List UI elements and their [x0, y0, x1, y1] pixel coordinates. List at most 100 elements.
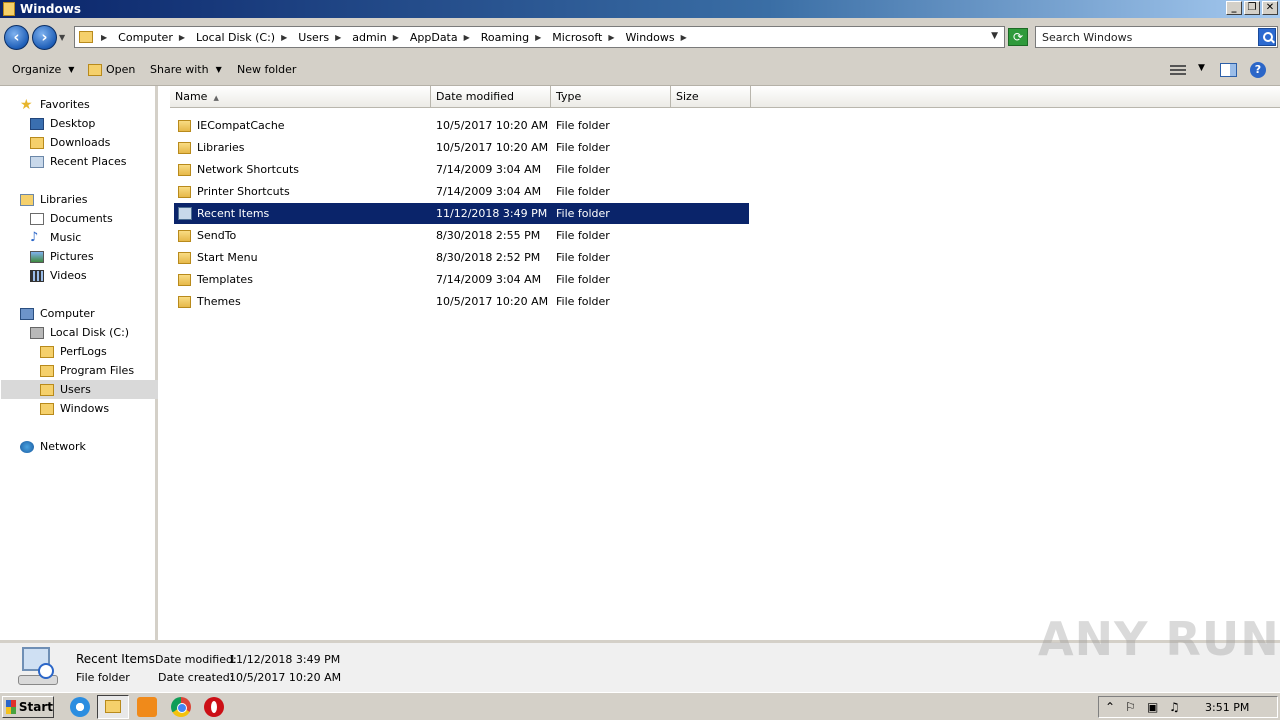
folder-icon: [3, 2, 15, 16]
chevron-right-icon[interactable]: ▶: [393, 33, 399, 42]
chevron-right-icon[interactable]: ▶: [608, 33, 614, 42]
file-row[interactable]: Templates 7/14/2009 3:04 AM File folder: [174, 269, 749, 290]
folder-open-icon: [88, 63, 102, 76]
computer-icon: [20, 307, 34, 320]
file-row[interactable]: Network Shortcuts 7/14/2009 3:04 AM File…: [174, 159, 749, 180]
details-modified-label: Date modified:: [155, 653, 237, 666]
show-hidden-icons-icon[interactable]: ⌃: [1105, 700, 1115, 714]
folder-icon: [178, 251, 191, 264]
chevron-right-icon[interactable]: ▶: [535, 33, 541, 42]
file-list: Name ▲ Date modified Type Size IECompatCa…: [161, 86, 1280, 640]
address-row: ‹ › ▼ ▶ Computer ▶ Local Disk (C:) ▶ Users…: [0, 18, 1280, 54]
pictures-icon: [30, 250, 44, 263]
command-bar: Organize ▼ Open Share with ▼ New folder ▼ …: [0, 54, 1280, 86]
opera-icon[interactable]: [204, 697, 224, 717]
search-icon[interactable]: [1258, 28, 1276, 46]
folder-icon: [105, 700, 121, 713]
folder-icon: [79, 31, 93, 43]
nav-network[interactable]: Network: [20, 437, 177, 456]
file-row[interactable]: Libraries 10/5/2017 10:20 AM File folder: [174, 137, 749, 158]
file-row[interactable]: Themes 10/5/2017 10:20 AM File folder: [174, 291, 749, 312]
search-box: [1035, 26, 1278, 48]
internet-explorer-icon[interactable]: [70, 697, 90, 717]
preview-pane-icon[interactable]: [1220, 63, 1237, 77]
videos-icon: [30, 269, 44, 282]
chevron-right-icon[interactable]: ▶: [101, 33, 107, 42]
breadcrumb-microsoft[interactable]: Microsoft ▶: [552, 31, 620, 44]
nav-favorites[interactable]: ★ Favorites: [20, 95, 177, 114]
recent-pages-dropdown[interactable]: ▼: [59, 33, 65, 42]
file-row[interactable]: Start Menu 8/30/2018 2:52 PM File folder: [174, 247, 749, 268]
view-details-icon[interactable]: [1170, 65, 1186, 75]
column-header-name[interactable]: Name ▲: [170, 86, 431, 108]
folder-icon: [178, 229, 191, 242]
column-header-size[interactable]: Size: [671, 86, 751, 108]
forward-button[interactable]: ›: [32, 25, 57, 50]
window-controls: _ ❐ ✕: [1226, 1, 1278, 15]
nav-libraries[interactable]: Libraries: [20, 190, 177, 209]
recent-places-icon: [30, 155, 44, 168]
breadcrumb-appdata[interactable]: AppData ▶: [410, 31, 476, 44]
refresh-button[interactable]: ⟳: [1008, 28, 1028, 46]
file-row[interactable]: SendTo 8/30/2018 2:55 PM File folder: [174, 225, 749, 246]
chevron-down-icon: ▼: [215, 65, 222, 74]
chevron-right-icon[interactable]: ▶: [464, 33, 470, 42]
recent-items-large-icon: [16, 645, 60, 689]
folder-icon: [178, 295, 191, 308]
chevron-right-icon[interactable]: ▶: [179, 33, 185, 42]
column-header-type[interactable]: Type: [551, 86, 671, 108]
volume-icon[interactable]: ♫: [1169, 700, 1180, 714]
chrome-icon[interactable]: [171, 697, 191, 717]
chevron-down-icon[interactable]: ▼: [1198, 63, 1205, 73]
open-button[interactable]: Open: [88, 63, 135, 76]
close-button[interactable]: ✕: [1262, 1, 1278, 15]
start-button[interactable]: Start: [2, 696, 54, 718]
explorer-taskbar-button[interactable]: [97, 695, 129, 719]
breadcrumb-roaming[interactable]: Roaming ▶: [481, 31, 548, 44]
chevron-right-icon[interactable]: ▶: [681, 33, 687, 42]
chevron-right-icon[interactable]: ▶: [281, 33, 287, 42]
search-input[interactable]: [1036, 27, 1254, 47]
star-icon: ★: [20, 96, 33, 113]
network-icon: [20, 440, 34, 453]
details-created-label: Date created:: [158, 671, 234, 684]
nav-users[interactable]: Users: [1, 380, 158, 399]
breadcrumb-local-disk[interactable]: Local Disk (C:) ▶: [196, 31, 293, 44]
file-row[interactable]: IECompatCache 10/5/2017 10:20 AM File fo…: [174, 115, 749, 136]
breadcrumb-computer[interactable]: Computer ▶: [118, 31, 191, 44]
back-button[interactable]: ‹: [4, 25, 29, 50]
folder-icon: [178, 163, 191, 176]
share-with-button[interactable]: Share with ▼: [150, 63, 222, 76]
breadcrumb-users[interactable]: Users ▶: [298, 31, 347, 44]
new-folder-button[interactable]: New folder: [237, 63, 296, 76]
breadcrumb-root[interactable]: ▶: [101, 33, 113, 42]
chevron-right-icon[interactable]: ▶: [335, 33, 341, 42]
folder-icon: [40, 402, 54, 415]
folder-icon: [178, 119, 191, 132]
column-header-date-modified[interactable]: Date modified: [431, 86, 551, 108]
downloads-icon: [30, 136, 44, 149]
details-created-value: 10/5/2017 10:20 AM: [229, 671, 342, 684]
chevron-down-icon[interactable]: ▼: [991, 31, 998, 41]
organize-button[interactable]: Organize ▼: [12, 63, 74, 76]
breadcrumb-admin[interactable]: admin ▶: [352, 31, 405, 44]
navigation-pane: ★ Favorites Desktop Downloads Recent Plac…: [0, 86, 158, 640]
address-bar[interactable]: ▶ Computer ▶ Local Disk (C:) ▶ Users ▶ admi…: [74, 26, 1005, 48]
breadcrumb-windows[interactable]: Windows ▶: [626, 31, 693, 44]
details-modified-value: 11/12/2018 3:49 PM: [229, 653, 341, 666]
media-player-icon[interactable]: [137, 697, 157, 717]
help-icon[interactable]: ?: [1250, 62, 1266, 78]
file-row[interactable]: Printer Shortcuts 7/14/2009 3:04 AM File…: [174, 181, 749, 202]
nav-computer[interactable]: Computer: [20, 304, 177, 323]
windows-logo-icon: [6, 700, 16, 714]
sort-up-icon: ▲: [213, 94, 219, 102]
minimize-button[interactable]: _: [1226, 1, 1242, 15]
maximize-button[interactable]: ❐: [1244, 1, 1260, 15]
clock[interactable]: 3:51 PM: [1205, 701, 1249, 714]
action-center-flag-icon[interactable]: ⚐: [1125, 700, 1136, 714]
folder-icon: [178, 273, 191, 286]
title-bar[interactable]: Windows _ ❐ ✕: [0, 0, 1280, 18]
file-row-selected[interactable]: Recent Items 11/12/2018 3:49 PM File fol…: [174, 203, 749, 224]
column-header-filler: [751, 86, 1280, 108]
network-tray-icon[interactable]: ▣: [1147, 700, 1158, 714]
